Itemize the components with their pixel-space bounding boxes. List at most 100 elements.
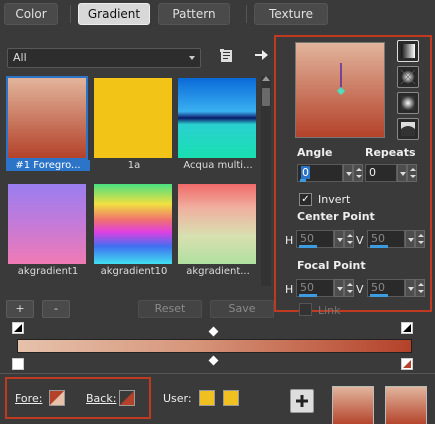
- fore-color-swatch[interactable]: [49, 390, 65, 406]
- angle-handle-icon[interactable]: [296, 43, 386, 139]
- gallery-item[interactable]: Acqua multi...: [176, 76, 256, 171]
- focal-h-input[interactable]: 50: [296, 279, 334, 297]
- gallery-item[interactable]: akgradient...: [176, 182, 256, 277]
- gallery-item[interactable]: akgradient10: [92, 182, 172, 277]
- focal-v-stepper[interactable]: [415, 279, 425, 297]
- plus-icon: [296, 395, 308, 407]
- gradient-bar[interactable]: [17, 339, 412, 353]
- remove-stop-button[interactable]: -: [42, 300, 70, 318]
- focal-v-label: V: [356, 283, 364, 296]
- fore-label: Fore:: [15, 392, 43, 405]
- center-v-value: 50: [371, 232, 385, 245]
- rectangular-style-icon: [400, 69, 416, 85]
- gallery-scrollbar[interactable]: [261, 76, 271, 286]
- add-swatch-button[interactable]: [290, 389, 314, 413]
- center-h-label: H: [285, 234, 294, 247]
- angle-stepper[interactable]: [353, 164, 363, 182]
- center-h-value: 50: [300, 232, 314, 245]
- gradient-gallery[interactable]: #1 Foregro... 1a Acqua multi... akgradie…: [4, 74, 272, 286]
- focal-h-slider-fill: [299, 294, 317, 297]
- recent-gradient-swatch[interactable]: [332, 386, 374, 424]
- arrow-right-icon[interactable]: [253, 47, 269, 66]
- center-h-dropdown-button[interactable]: [334, 230, 344, 248]
- gradient-swatch: [178, 78, 256, 158]
- focal-v-value: 50: [371, 281, 385, 294]
- opacity-stop-left[interactable]: [12, 322, 24, 334]
- user-color-swatch-2[interactable]: [223, 390, 239, 406]
- scroll-up-icon[interactable]: [262, 76, 270, 81]
- repeats-dropdown-button[interactable]: [397, 164, 407, 182]
- tab-texture[interactable]: Texture: [254, 3, 328, 25]
- gradient-preview[interactable]: [295, 42, 385, 138]
- gallery-item[interactable]: #1 Foregro...: [6, 76, 90, 171]
- gallery-item-label: akgradient10: [100, 266, 168, 277]
- center-v-input[interactable]: 50: [367, 230, 405, 248]
- gradient-swatch: [94, 184, 172, 264]
- center-h-slider-fill: [299, 245, 317, 248]
- opacity-midpoint[interactable]: [208, 326, 219, 337]
- focal-h-dropdown-button[interactable]: [334, 279, 344, 297]
- tab-color[interactable]: Color: [4, 3, 58, 25]
- focal-h-stepper[interactable]: [344, 279, 354, 297]
- tab-gradient[interactable]: Gradient: [78, 3, 150, 25]
- gallery-item-label: akgradient...: [186, 266, 250, 277]
- gallery-item-label: #1 Foregro...: [6, 160, 90, 171]
- gallery-item[interactable]: 1a: [92, 76, 172, 171]
- center-v-label: V: [356, 234, 364, 247]
- back-label: Back:: [86, 392, 117, 405]
- scrollbar-thumb[interactable]: [262, 88, 270, 106]
- sunburst-style-button[interactable]: [397, 92, 419, 114]
- center-point-label: Center Point: [297, 210, 375, 223]
- center-v-stepper[interactable]: [415, 230, 425, 248]
- linear-style-icon: [401, 44, 415, 58]
- link-label: Link: [318, 304, 341, 317]
- reset-button[interactable]: Reset: [138, 300, 202, 318]
- invert-checkbox[interactable]: ✓: [299, 193, 312, 206]
- gallery-item-label: Acqua multi...: [183, 160, 253, 171]
- back-color-swatch[interactable]: [119, 390, 135, 406]
- focal-h-value: 50: [300, 281, 314, 294]
- angle-input[interactable]: 0: [297, 164, 343, 182]
- repeats-value: 0: [369, 166, 376, 179]
- tab-separator: [70, 5, 71, 23]
- color-midpoint[interactable]: [208, 355, 219, 366]
- angle-label: Angle: [297, 146, 333, 159]
- angle-value: 0: [301, 166, 310, 179]
- link-checkbox[interactable]: [299, 303, 312, 316]
- linear-style-button[interactable]: [397, 40, 419, 62]
- gradient-swatch: [178, 184, 256, 264]
- add-stop-button[interactable]: +: [6, 300, 34, 318]
- focal-v-dropdown-button[interactable]: [405, 279, 415, 297]
- category-dropdown[interactable]: All: [7, 48, 201, 68]
- center-h-stepper[interactable]: [344, 230, 354, 248]
- invert-label: Invert: [318, 193, 351, 206]
- user-label: User:: [163, 392, 192, 405]
- user-color-swatch-1[interactable]: [199, 390, 215, 406]
- gradient-swatch: [6, 76, 88, 160]
- center-h-input[interactable]: 50: [296, 230, 334, 248]
- new-folder-icon[interactable]: [219, 48, 235, 67]
- focal-v-slider-fill: [370, 294, 388, 297]
- gallery-item-label: 1a: [127, 160, 141, 171]
- focal-point-label: Focal Point: [297, 259, 366, 272]
- gallery-item-label: akgradient1: [17, 266, 79, 277]
- rectangular-style-button[interactable]: [397, 66, 419, 88]
- repeats-label: Repeats: [365, 146, 416, 159]
- sunburst-style-icon: [401, 96, 415, 110]
- repeats-stepper[interactable]: [407, 164, 417, 182]
- recent-gradient-swatch[interactable]: [385, 386, 427, 424]
- angle-dropdown-button[interactable]: [343, 164, 353, 182]
- tab-pattern[interactable]: Pattern: [158, 3, 230, 25]
- center-v-dropdown-button[interactable]: [405, 230, 415, 248]
- gradient-swatch: [94, 78, 172, 158]
- center-v-slider-fill: [370, 245, 388, 248]
- color-stop-left[interactable]: [12, 358, 24, 370]
- chevron-down-icon: [189, 56, 195, 60]
- repeats-input[interactable]: 0: [365, 164, 397, 182]
- focal-v-input[interactable]: 50: [367, 279, 405, 297]
- gallery-item[interactable]: akgradient1: [6, 182, 86, 277]
- save-button[interactable]: Save: [210, 300, 274, 318]
- opacity-stop-right[interactable]: [401, 322, 413, 334]
- radial-style-button[interactable]: [397, 118, 419, 140]
- color-stop-right[interactable]: [401, 358, 413, 370]
